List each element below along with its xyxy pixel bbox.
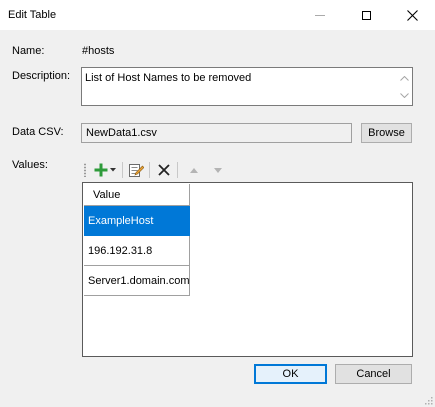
ok-label: OK (282, 368, 299, 380)
grid-row[interactable]: 196.192.31.8 (84, 236, 190, 266)
arrow-up-icon (190, 167, 198, 173)
delete-x-icon (158, 164, 170, 176)
add-button[interactable] (91, 160, 119, 180)
ok-button[interactable]: OK (254, 364, 327, 384)
edit-pencil-icon (129, 164, 144, 177)
minimize-button[interactable] (297, 0, 343, 30)
description-scrollbar[interactable] (397, 68, 412, 105)
arrow-down-icon (214, 167, 222, 173)
csv-value: NewData1.csv (86, 127, 157, 139)
description-label: Description: (12, 70, 71, 82)
move-down-button[interactable] (210, 160, 226, 180)
window-title: Edit Table (8, 9, 57, 21)
scroll-up-button[interactable] (399, 73, 410, 83)
grid-row[interactable]: ExampleHost (84, 206, 190, 236)
browse-label: Browse (368, 127, 405, 139)
csv-field: NewData1.csv (81, 123, 352, 143)
values-grid[interactable]: Value ExampleHost 196.192.31.8 Server1.d… (82, 182, 413, 357)
green-plus-icon (94, 163, 108, 177)
toolbar-separator (122, 162, 123, 178)
minimize-icon (315, 14, 325, 16)
name-label: Name: (12, 45, 45, 57)
scroll-down-button[interactable] (399, 90, 410, 100)
values-toolbar (82, 158, 412, 182)
close-button[interactable] (389, 0, 435, 30)
description-field[interactable]: List of Host Names to be removed (81, 67, 413, 106)
grid-row[interactable]: Server1.domain.com (84, 266, 190, 296)
values-label: Values: (12, 159, 48, 171)
chevron-down-icon (110, 168, 116, 172)
maximize-icon (361, 10, 371, 20)
maximize-button[interactable] (343, 0, 389, 30)
edit-button[interactable] (126, 160, 146, 180)
name-value: #hosts (82, 45, 115, 57)
toolbar-separator (177, 162, 178, 178)
column-header-label: Value (93, 189, 121, 201)
title-bar: Edit Table (0, 0, 435, 30)
close-icon (406, 9, 418, 21)
cancel-button[interactable]: Cancel (335, 364, 412, 384)
csv-label: Data CSV: (12, 126, 64, 138)
move-up-button[interactable] (186, 160, 202, 180)
column-header-value[interactable]: Value (84, 184, 190, 206)
cancel-label: Cancel (356, 368, 391, 380)
chevron-up-icon (400, 75, 409, 81)
toolbar-grip (84, 163, 86, 177)
description-text: List of Host Names to be removed (85, 72, 252, 84)
browse-button[interactable]: Browse (361, 123, 412, 143)
chevron-down-icon (400, 92, 409, 98)
resize-grip-icon[interactable] (423, 395, 433, 405)
grid-cell: Server1.domain.com (88, 275, 190, 287)
grid-cell: 196.192.31.8 (88, 245, 153, 257)
grid-cell: ExampleHost (88, 215, 154, 227)
toolbar-separator (149, 162, 150, 178)
delete-button[interactable] (154, 160, 174, 180)
